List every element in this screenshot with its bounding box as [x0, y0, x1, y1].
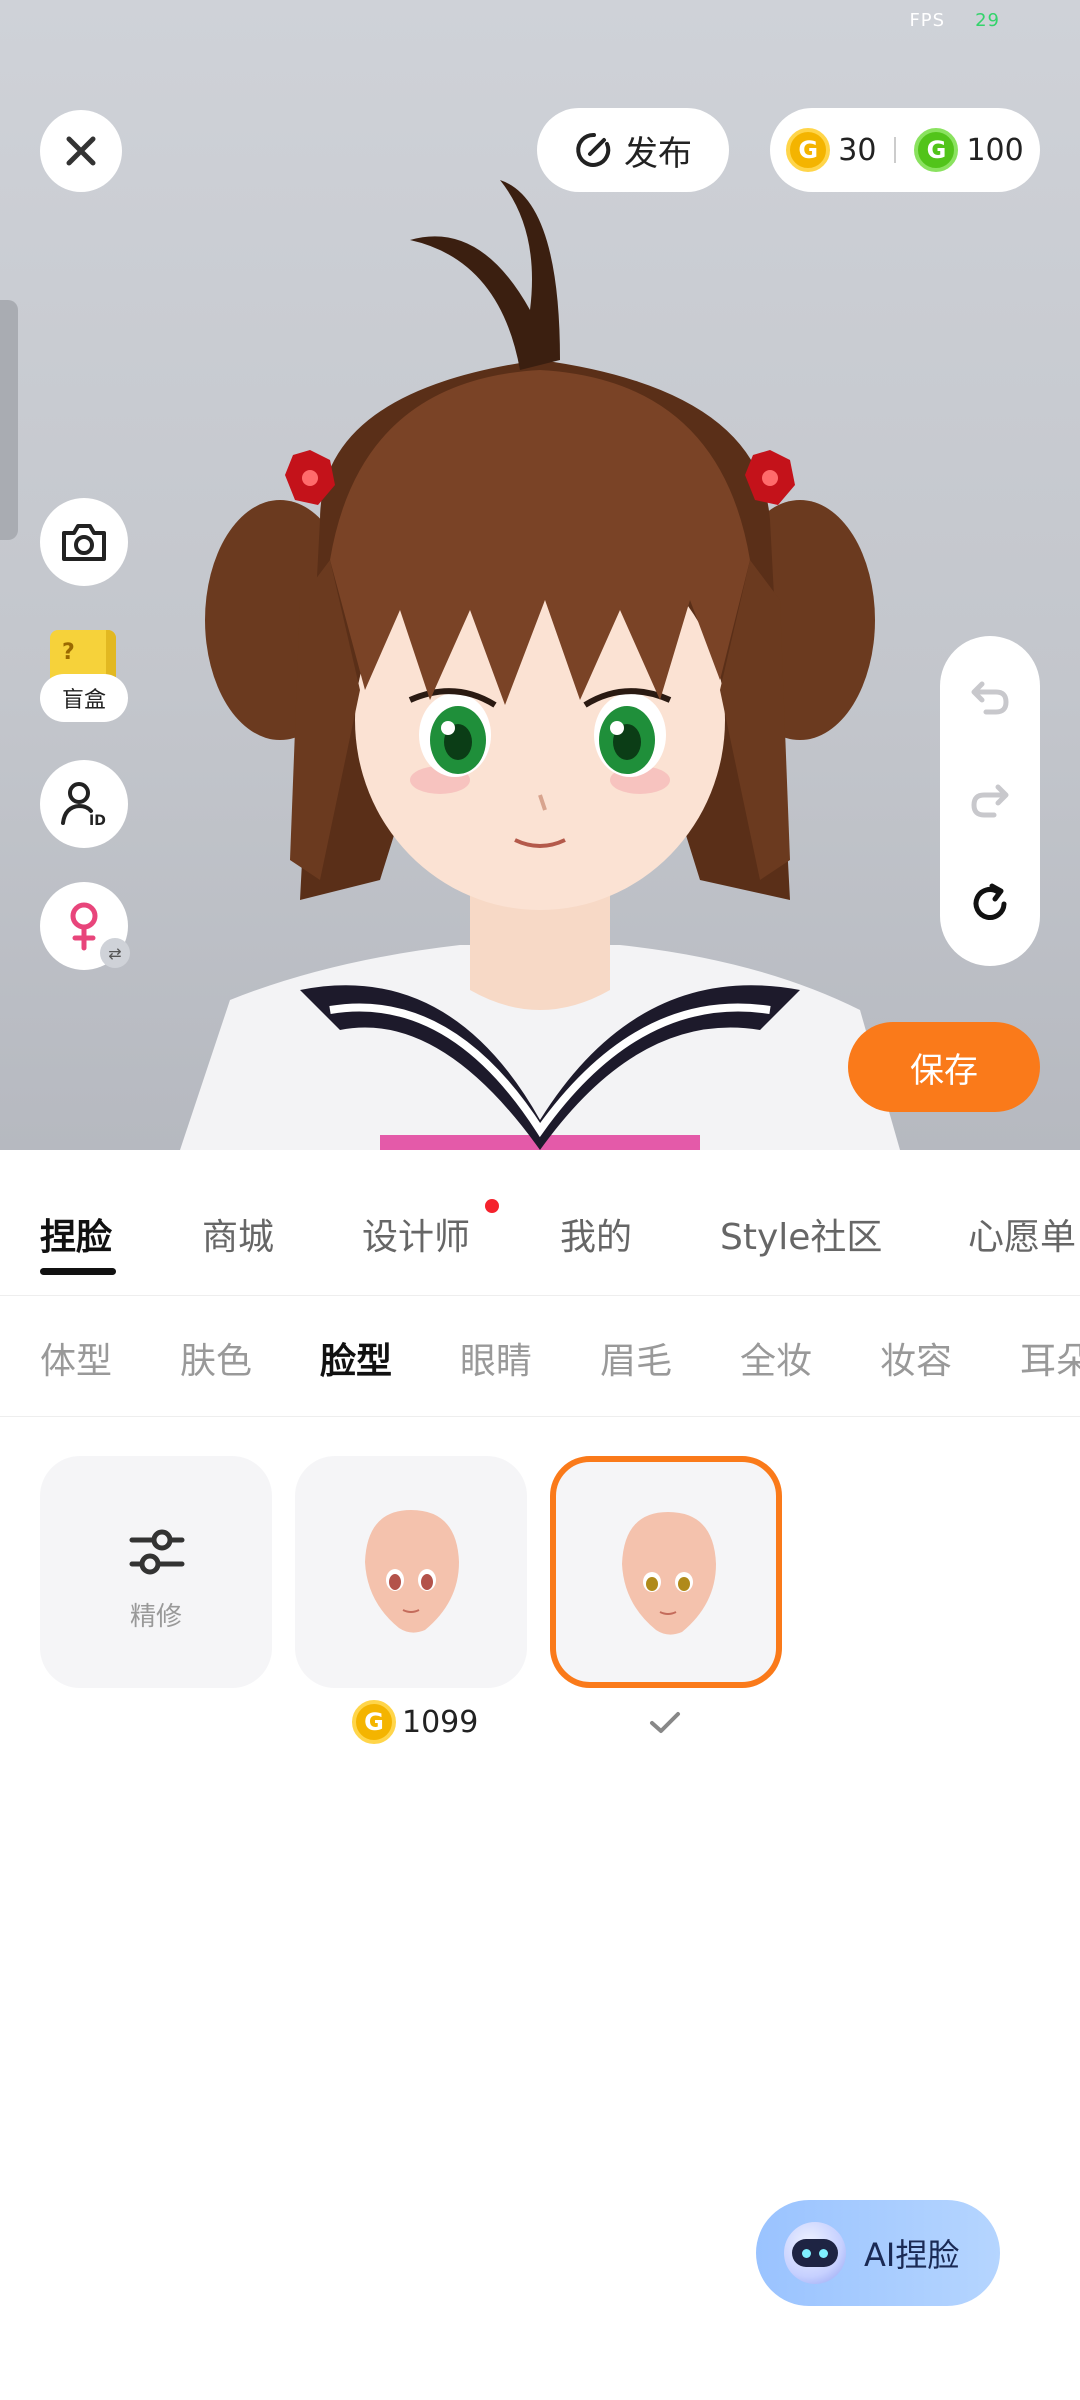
subtab-makeup[interactable]: 妆容 [880, 1332, 952, 1384]
publish-icon [576, 132, 611, 167]
check-icon [650, 1712, 680, 1733]
user-id-icon: ID [61, 782, 106, 829]
subtab-eyes[interactable]: 眼睛 [460, 1332, 532, 1384]
refine-label: 精修 [129, 1602, 182, 1632]
price-value: 1099 [402, 1704, 479, 1740]
main-tab-bar: 捏脸 商城 设计师 我的 Style社区 心愿单 [0, 1150, 1080, 1296]
edit-history-controls [940, 636, 1040, 966]
sliders-icon [129, 1529, 185, 1575]
refine-card[interactable]: 精修 [40, 1456, 272, 1688]
close-button[interactable] [40, 110, 122, 192]
ai-face-label: AI捏脸 [864, 2236, 960, 2274]
avatar-preview[interactable]: FPS 29 发布 G 30 G 100 ? 盲盒 ID ⇄ 保存 [0, 0, 1080, 1150]
tab-wishlist[interactable]: 心愿单 [968, 1208, 1076, 1260]
subtab-full-makeup[interactable]: 全妆 [740, 1332, 812, 1384]
tab-store[interactable]: 商城 [202, 1208, 274, 1260]
subtab-ears[interactable]: 耳朵 [1020, 1332, 1080, 1384]
user-id-button[interactable]: ID [40, 760, 128, 848]
category-tab-bar: 体型 肤色 脸型 眼睛 眉毛 全妆 妆容 耳朵 [0, 1296, 1080, 1417]
tab-mine[interactable]: 我的 [560, 1208, 632, 1260]
female-icon [70, 902, 98, 951]
tab-designer[interactable]: 设计师 [362, 1208, 470, 1260]
face-thumbnail [622, 1512, 716, 1635]
close-icon [66, 136, 96, 166]
notification-dot [485, 1199, 499, 1213]
gold-coin-count: 30 [838, 132, 877, 168]
face-shape-option-2[interactable] [550, 1456, 782, 1688]
option-1-price: G 1099 [352, 1700, 478, 1744]
subtab-face-shape[interactable]: 脸型 [320, 1332, 392, 1384]
green-coin-count: 100 [966, 132, 1024, 168]
reset-icon[interactable] [968, 882, 1012, 926]
robot-icon [784, 2222, 846, 2284]
gold-coin-icon: G [786, 128, 831, 172]
blind-box-label: 盲盒 [40, 674, 128, 722]
redo-icon[interactable] [968, 779, 1012, 823]
gold-coin-icon: G [352, 1700, 396, 1744]
gender-switch-button[interactable]: ⇄ [40, 882, 130, 970]
fps-value: 29 [975, 10, 1000, 31]
camera-icon [62, 524, 106, 561]
currency-divider [894, 137, 897, 163]
subtab-skin[interactable]: 肤色 [180, 1332, 252, 1384]
ai-face-button[interactable]: AI捏脸 [756, 2200, 1000, 2306]
subtab-eyebrows[interactable]: 眉毛 [600, 1332, 672, 1384]
green-coin-icon: G [914, 128, 959, 172]
fps-counter: FPS 29 [909, 10, 1000, 31]
camera-button[interactable] [40, 498, 128, 586]
face-shape-option-1[interactable] [295, 1456, 527, 1688]
undo-icon[interactable] [968, 676, 1012, 720]
tab-style-community[interactable]: Style社区 [720, 1208, 882, 1260]
publish-button[interactable]: 发布 [537, 108, 729, 192]
publish-label: 发布 [624, 133, 692, 174]
active-tab-indicator [40, 1268, 116, 1275]
tab-face-edit[interactable]: 捏脸 [40, 1208, 112, 1260]
swap-icon: ⇄ [100, 938, 130, 968]
face-thumbnail [365, 1510, 459, 1633]
fps-label: FPS [909, 10, 946, 31]
svg-text:ID: ID [89, 813, 106, 829]
currency-balance[interactable]: G 30 G 100 [770, 108, 1040, 192]
side-drawer-handle[interactable] [0, 300, 18, 540]
blind-box-button[interactable]: ? 盲盒 [40, 630, 128, 730]
save-button[interactable]: 保存 [848, 1022, 1040, 1112]
subtab-body[interactable]: 体型 [40, 1332, 112, 1384]
